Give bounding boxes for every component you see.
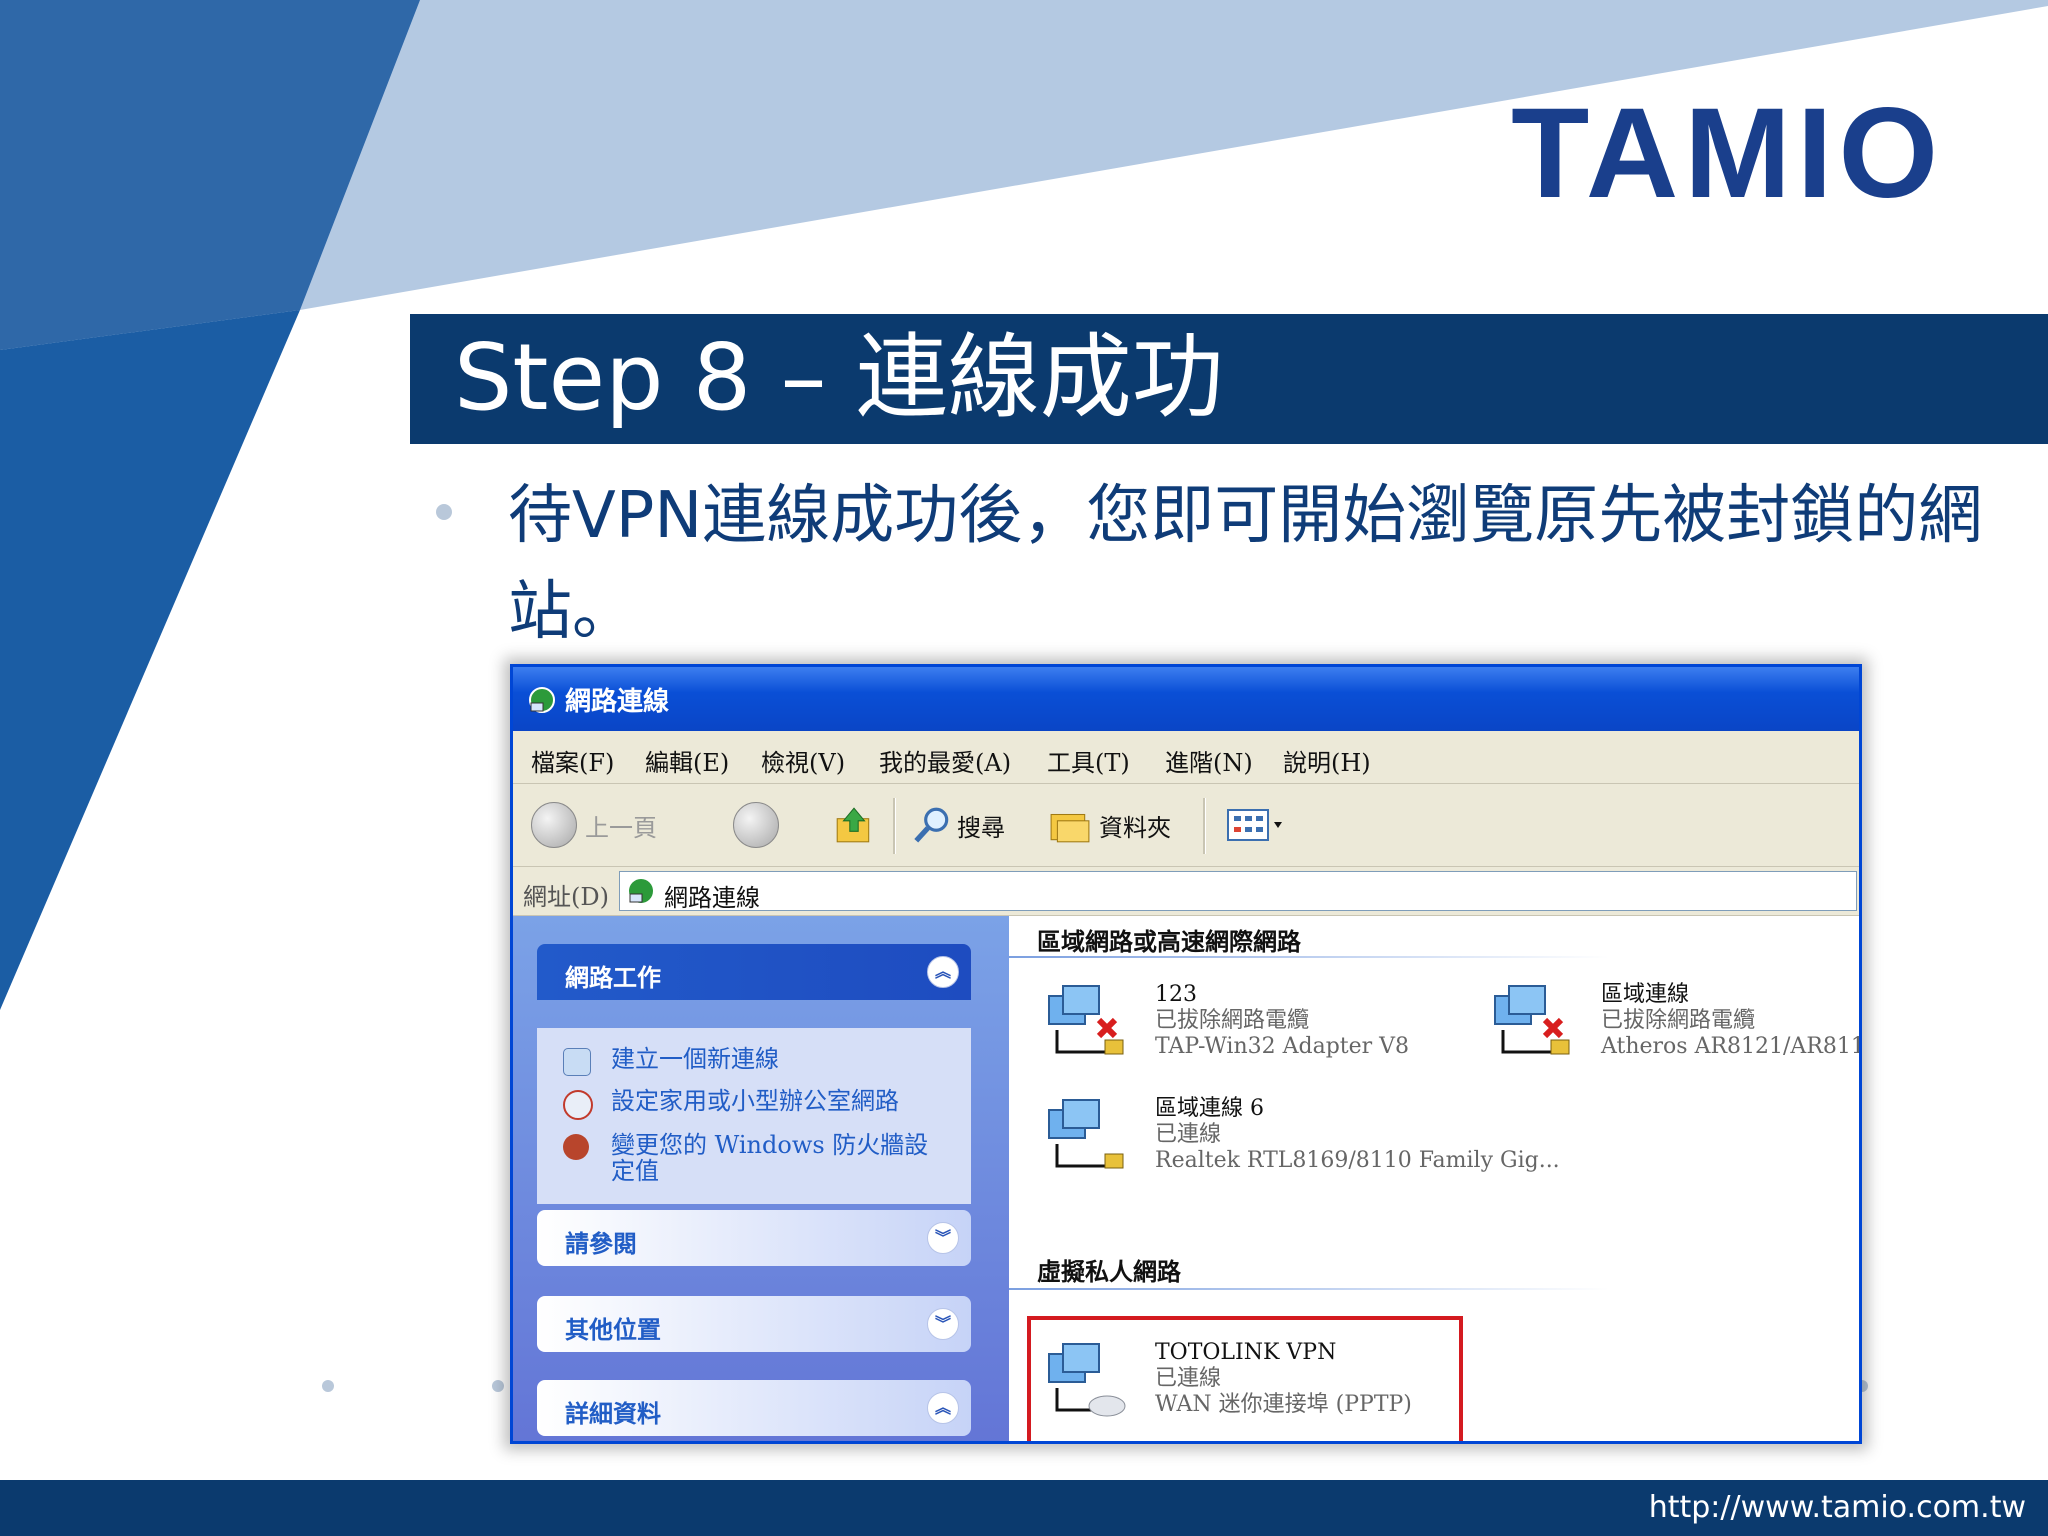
panel-network-tasks-header[interactable]: 網路工作 ︽ <box>537 944 971 1000</box>
toolbar-separator <box>1203 798 1206 854</box>
network-connections-window: 網路連線 檔案(F) 編輯(E) 檢視(V) 我的最愛(A) 工具(T) 進階(… <box>510 664 1862 1444</box>
footer-url[interactable]: http://www.tamio.com.tw <box>1649 1490 2026 1525</box>
group-divider <box>1009 956 1609 958</box>
menu-file[interactable]: 檔案(F) <box>531 743 614 778</box>
bullet-dot <box>436 504 452 520</box>
firewall-icon <box>563 1134 589 1160</box>
back-button[interactable]: 上一頁 <box>585 808 657 843</box>
network-computers-icon <box>1494 985 1570 1055</box>
toolbar-separator <box>893 798 896 854</box>
menu-help[interactable]: 說明(H) <box>1283 743 1371 778</box>
connection-status: 已拔除網路電纜 <box>1601 1008 1756 1033</box>
panel-title: 網路工作 <box>565 963 661 992</box>
group-divider <box>1009 1288 1609 1290</box>
views-icon[interactable] <box>1221 806 1291 846</box>
window-titlebar[interactable]: 網路連線 <box>513 667 1859 731</box>
window-title: 網路連線 <box>565 687 670 717</box>
new-connection-icon <box>563 1048 591 1076</box>
panel-other-places-header[interactable]: 其他位置 ︾ <box>537 1296 971 1352</box>
panel-details-header[interactable]: 詳細資料 ︽ <box>537 1380 971 1436</box>
connection-status: 已拔除網路電纜 <box>1155 1008 1310 1033</box>
connection-device: WAN 迷你連接埠 (PPTP) <box>1155 1392 1412 1417</box>
decor-dot <box>492 1380 504 1392</box>
chevron-up-icon[interactable]: ︽ <box>927 1392 959 1424</box>
connection-device: Atheros AR8121/AR8113 <box>1601 1034 1862 1059</box>
group-header-lan: 區域網路或高速網際網路 <box>1037 927 1301 956</box>
toolbar: 上一頁 搜尋 資料夾 <box>513 784 1859 867</box>
folders-icon[interactable] <box>1047 804 1093 846</box>
vpn-connection-icon <box>1048 1343 1126 1417</box>
task-label: 設定家用或小型辦公室網路 <box>611 1087 899 1115</box>
network-globe-icon <box>529 687 555 713</box>
menu-bar: 檔案(F) 編輯(E) 檢視(V) 我的最愛(A) 工具(T) 進階(N) 說明… <box>513 731 1859 784</box>
chevron-down-icon[interactable]: ︾ <box>927 1222 959 1254</box>
task-label: 建立一個新連線 <box>611 1045 779 1073</box>
decor-dot <box>322 1380 334 1392</box>
network-globe-icon <box>629 879 653 903</box>
menu-edit[interactable]: 編輯(E) <box>645 743 729 778</box>
task-pane: 網路工作 ︽ 建立一個新連線 設定家用或小型辦公室網路 變更您的 Windows… <box>513 916 1009 1441</box>
connection-name: 區域連線 6 <box>1155 1096 1264 1121</box>
tamio-logo: TAMIO <box>1511 82 1944 225</box>
connection-device: Realtek RTL8169/8110 Family Gig... <box>1155 1148 1560 1173</box>
search-button[interactable]: 搜尋 <box>957 808 1005 843</box>
slide-title-bar: Step 8 – 連線成功 <box>410 314 2048 444</box>
search-icon[interactable] <box>911 804 953 846</box>
panel-title: 請參閱 <box>565 1229 637 1258</box>
panel-title: 其他位置 <box>565 1315 661 1344</box>
connection-device: TAP-Win32 Adapter V8 <box>1155 1034 1410 1059</box>
connection-name: 區域連線 <box>1601 982 1690 1007</box>
group-header-vpn: 虛擬私人網路 <box>1037 1257 1181 1286</box>
menu-view[interactable]: 檢視(V) <box>761 743 845 778</box>
menu-favorites[interactable]: 我的最愛(A) <box>879 743 1011 778</box>
up-folder-icon[interactable] <box>833 804 875 846</box>
connection-status: 已連線 <box>1155 1122 1222 1147</box>
chevron-down-icon[interactable]: ︾ <box>927 1308 959 1340</box>
task-label: 變更您的 Windows 防火牆設定值 <box>611 1131 929 1185</box>
menu-tools[interactable]: 工具(T) <box>1047 743 1130 778</box>
address-label: 網址(D) <box>523 883 609 911</box>
network-computers-icon <box>1048 985 1124 1055</box>
chevron-up-icon[interactable]: ︽ <box>927 956 959 988</box>
address-bar: 網址(D) 網路連線 <box>513 867 1859 916</box>
bullet-text: 待VPN連線成功後，您即可開始瀏覽原先被封鎖的網站。 <box>508 479 1983 649</box>
network-computers-icon <box>1048 1099 1124 1169</box>
connection-name: 123 <box>1155 982 1197 1007</box>
back-arrow-icon[interactable] <box>531 802 577 848</box>
footer-bar: http://www.tamio.com.tw <box>0 1480 2048 1536</box>
slide-title: Step 8 – 連線成功 <box>454 324 1224 431</box>
home-network-icon <box>563 1090 593 1120</box>
panel-title: 詳細資料 <box>565 1399 661 1428</box>
connections-pane: 區域網路或高速網際網路 123 已拔除網路電纜 TAP-Win32 Adapte… <box>1009 916 1862 1441</box>
panel-network-tasks-body: 建立一個新連線 設定家用或小型辦公室網路 變更您的 Windows 防火牆設定值 <box>537 1028 971 1204</box>
folders-button[interactable]: 資料夾 <box>1099 808 1171 843</box>
address-value: 網路連線 <box>664 884 760 912</box>
connection-name: TOTOLINK VPN <box>1155 1340 1337 1365</box>
forward-arrow-icon[interactable] <box>733 802 779 848</box>
menu-advanced[interactable]: 進階(N) <box>1165 743 1253 778</box>
address-field[interactable]: 網路連線 <box>619 871 1857 912</box>
panel-see-also-header[interactable]: 請參閱 ︾ <box>537 1210 971 1266</box>
connection-status: 已連線 <box>1155 1366 1222 1391</box>
